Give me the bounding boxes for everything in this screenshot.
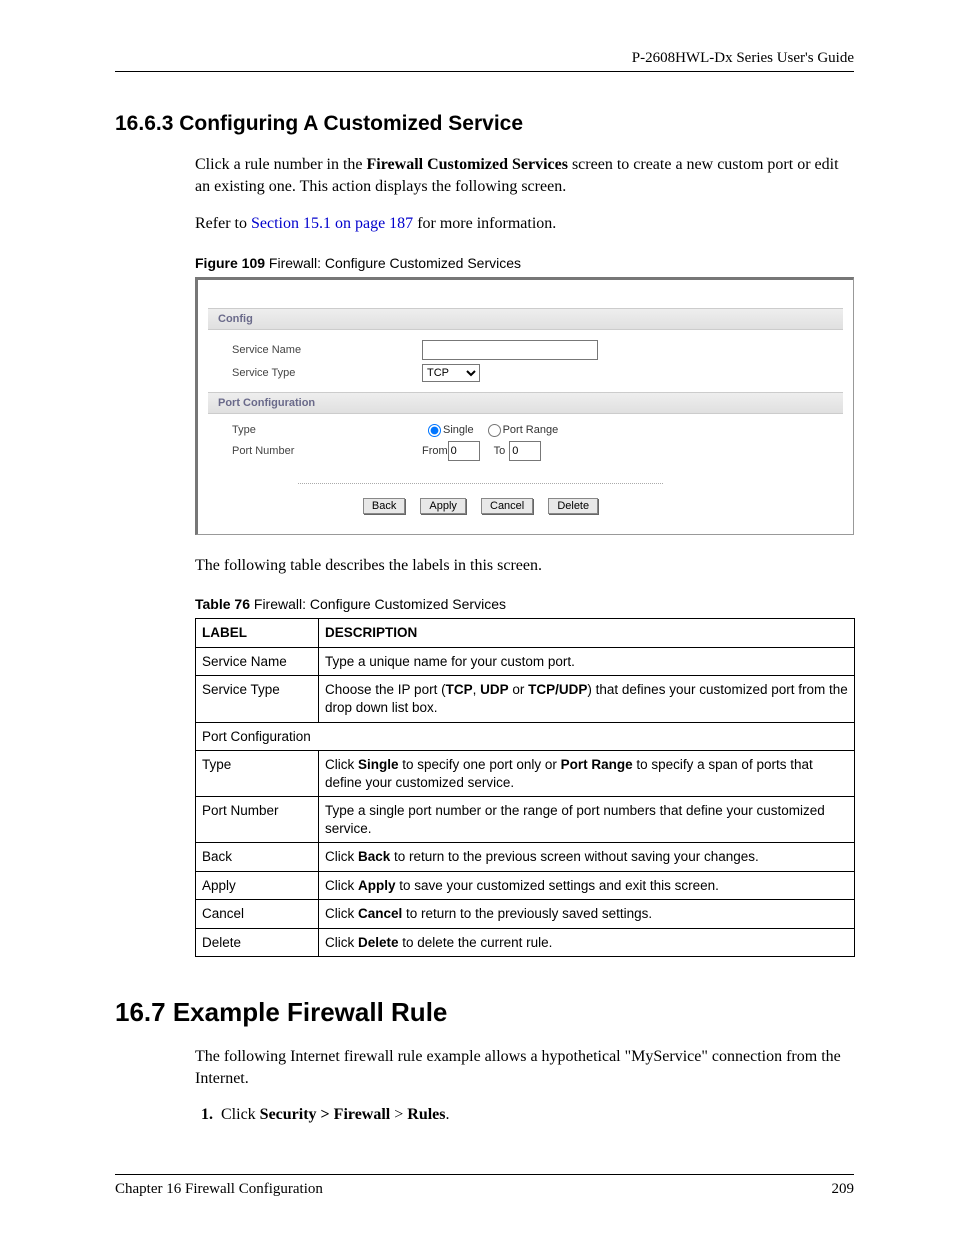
page-footer: Chapter 16 Firewall Configuration 209 [115, 1174, 854, 1198]
guide-title: P-2608HWL-Dx Series User's Guide [632, 50, 854, 66]
fig-head-portconfig: Port Configuration [208, 392, 843, 414]
table-row: Cancel Click Cancel to return to the pre… [196, 900, 855, 929]
footer-page-number: 209 [832, 1181, 855, 1198]
table-row: Delete Click Delete to delete the curren… [196, 928, 855, 957]
delete-button[interactable]: Delete [548, 498, 598, 514]
table-header-row: LABEL DESCRIPTION [196, 619, 855, 648]
apply-button[interactable]: Apply [420, 498, 466, 514]
row-service-name: Service Name [208, 338, 843, 362]
label-port-number: Port Number [232, 445, 422, 457]
table-row: Service Name Type a unique name for your… [196, 647, 855, 676]
step-1: Click Security > Firewall > Rules. [217, 1106, 854, 1124]
table-intro: The following table describes the labels… [195, 555, 854, 577]
button-row: Back Apply Cancel Delete [298, 483, 663, 514]
label-service-type: Service Type [232, 367, 422, 379]
table-row: Apply Click Apply to save your customize… [196, 871, 855, 900]
row-service-type: Service Type TCP [208, 362, 843, 384]
input-port-from[interactable] [448, 441, 480, 461]
footer-chapter: Chapter 16 Firewall Configuration [115, 1181, 323, 1198]
radio-port-range-label: Port Range [503, 424, 559, 436]
table-row: Port Number Type a single port number or… [196, 797, 855, 843]
table-row: Service Type Choose the IP port (TCP, UD… [196, 676, 855, 722]
cancel-button[interactable]: Cancel [481, 498, 533, 514]
back-button[interactable]: Back [363, 498, 405, 514]
label-service-name: Service Name [232, 344, 422, 356]
table-caption: Table 76 Firewall: Configure Customized … [195, 596, 854, 612]
row-port-number: Port Number From To [208, 439, 843, 463]
table-76: LABEL DESCRIPTION Service Name Type a un… [195, 618, 855, 957]
radio-single[interactable] [428, 424, 441, 437]
cross-ref-link[interactable]: Section 15.1 on page 187 [251, 215, 413, 232]
intro-paragraph-1: Click a rule number in the Firewall Cust… [195, 154, 854, 197]
example-intro: The following Internet firewall rule exa… [195, 1046, 854, 1089]
label-from: From [422, 445, 448, 457]
figure-caption: Figure 109 Firewall: Configure Customize… [195, 255, 854, 271]
th-label: LABEL [196, 619, 319, 648]
section-heading-167: 16.7 Example Firewall Rule [115, 997, 854, 1028]
section-heading-1663: 16.6.3 Configuring A Customized Service [115, 112, 854, 136]
row-type: Type Single Port Range [208, 422, 843, 439]
input-port-to[interactable] [509, 441, 541, 461]
input-service-name[interactable] [422, 340, 598, 360]
steps-list: Click Security > Firewall > Rules. [195, 1106, 854, 1124]
label-type: Type [232, 424, 422, 436]
label-to: To [494, 445, 506, 457]
page-header: P-2608HWL-Dx Series User's Guide [115, 50, 854, 72]
fig-head-config: Config [208, 308, 843, 330]
radio-port-range[interactable] [488, 424, 501, 437]
radio-single-label: Single [443, 424, 474, 436]
figure-109: Config Service Name Service Type TCP Por… [195, 277, 854, 535]
table-row: Type Click Single to specify one port on… [196, 751, 855, 797]
select-service-type[interactable]: TCP [422, 364, 480, 382]
th-description: DESCRIPTION [319, 619, 855, 648]
intro-paragraph-2: Refer to Section 15.1 on page 187 for mo… [195, 213, 854, 235]
table-row: Port Configuration [196, 722, 855, 751]
table-row: Back Click Back to return to the previou… [196, 843, 855, 872]
